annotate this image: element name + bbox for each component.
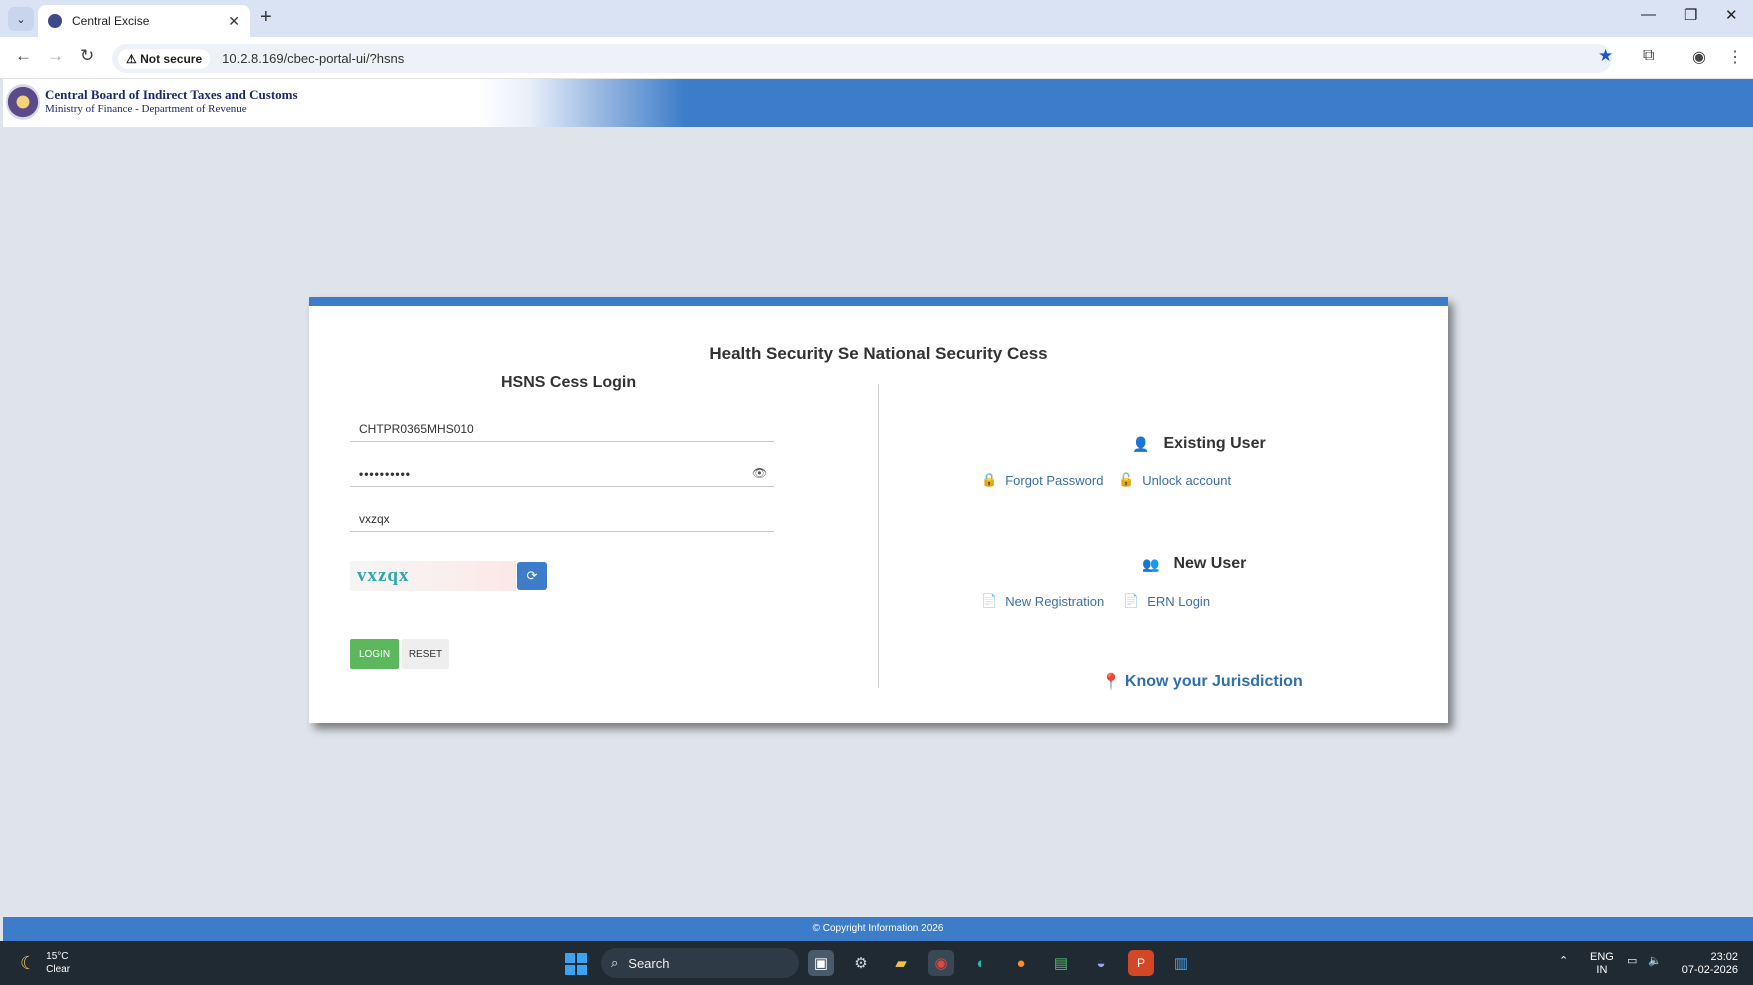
menu-dots-icon[interactable]: ⋮ bbox=[1727, 47, 1743, 67]
cbic-emblem-icon bbox=[6, 84, 40, 120]
ern-login-label: ERN Login bbox=[1147, 593, 1211, 609]
weather-desc: Clear bbox=[46, 964, 71, 975]
login-button[interactable]: LOGIN bbox=[350, 639, 399, 669]
task-view-icon[interactable]: ▣ bbox=[808, 950, 834, 976]
password-input[interactable] bbox=[350, 461, 774, 487]
column-divider bbox=[878, 384, 879, 688]
forgot-password-link[interactable]: 🔒 Forgot Password bbox=[981, 472, 1103, 488]
ern-login-link[interactable]: 📄 ERN Login bbox=[1123, 593, 1210, 609]
profile-icon[interactable]: ◉ bbox=[1692, 47, 1706, 67]
address-bar: ← → ↻ ⚠ Not secure 10.2.8.169/cbec-porta… bbox=[0, 37, 1753, 79]
know-jurisdiction-link[interactable]: 📍 Know your Jurisdiction bbox=[1101, 672, 1303, 692]
org-subtitle: Ministry of Finance - Department of Reve… bbox=[45, 103, 247, 115]
unlock-account-link[interactable]: 🔓 Unlock account bbox=[1118, 472, 1231, 488]
existing-user-heading: 👤 Existing User bbox=[1132, 435, 1266, 453]
reset-button[interactable]: RESET bbox=[402, 639, 449, 669]
new-tab-button[interactable]: + bbox=[260, 6, 272, 29]
new-registration-link[interactable]: 📄 New Registration bbox=[981, 593, 1104, 609]
security-badge[interactable]: ⚠ Not secure bbox=[118, 48, 211, 69]
browser-tab[interactable]: Central Excise ✕ bbox=[38, 5, 250, 37]
minimize-button[interactable]: — bbox=[1641, 6, 1656, 23]
file-explorer-icon[interactable]: ▰ bbox=[888, 950, 914, 976]
map-marker-icon: 📍 bbox=[1101, 674, 1121, 691]
edge-icon[interactable]: ◐ bbox=[968, 950, 994, 976]
search-icon: ⌕ bbox=[611, 955, 619, 970]
copyright-text: © Copyright Information 2026 bbox=[812, 923, 944, 934]
moon-icon: ☾ bbox=[20, 952, 37, 973]
new-user-heading: 👥 New User bbox=[1142, 555, 1246, 573]
firefox-icon[interactable]: ● bbox=[1008, 950, 1034, 976]
document-icon: 📄 bbox=[1123, 593, 1140, 608]
network-icon[interactable]: ▭ bbox=[1627, 955, 1637, 968]
show-password-eye-icon[interactable]: 👁 bbox=[752, 466, 767, 480]
refresh-captcha-button[interactable]: ⟳ bbox=[517, 562, 547, 590]
login-title: HSNS Cess Login bbox=[501, 374, 637, 391]
powerpoint-icon[interactable]: P bbox=[1128, 950, 1154, 976]
forgot-password-label: Forgot Password bbox=[1005, 472, 1104, 488]
unlock-icon: 🔓 bbox=[1118, 472, 1135, 487]
tab-title: Central Excise bbox=[72, 14, 150, 28]
extensions-icon[interactable]: ⧉ bbox=[1643, 47, 1654, 65]
chrome-icon[interactable]: ◉ bbox=[928, 950, 954, 976]
user-icon: 👤 bbox=[1132, 435, 1150, 452]
captcha-input[interactable] bbox=[350, 506, 774, 532]
restore-button[interactable]: ❐ bbox=[1684, 6, 1697, 24]
username-input[interactable] bbox=[350, 416, 774, 442]
app-icon[interactable]: ▤ bbox=[1048, 950, 1074, 976]
taskbar-search[interactable]: ⌕ Search bbox=[601, 948, 799, 978]
tab-close-icon[interactable]: ✕ bbox=[228, 13, 240, 30]
document-icon: 📄 bbox=[981, 593, 998, 608]
existing-user-label: Existing User bbox=[1163, 435, 1266, 452]
login-card: Health Security Se National Security Ces… bbox=[309, 297, 1448, 723]
org-name: Central Board of Indirect Taxes and Cust… bbox=[45, 87, 298, 102]
language-bottom: IN bbox=[1596, 964, 1608, 976]
tab-list-button[interactable]: ⌄ bbox=[8, 7, 34, 31]
refresh-icon: ⟳ bbox=[526, 568, 538, 583]
clock-time: 23:02 bbox=[1710, 951, 1738, 963]
reload-icon[interactable]: ↻ bbox=[80, 46, 94, 66]
lock-icon: 🔒 bbox=[981, 472, 998, 487]
know-jurisdiction-label: Know your Jurisdiction bbox=[1124, 673, 1303, 690]
notepad-icon[interactable]: ▥ bbox=[1168, 950, 1194, 976]
clock[interactable]: 23:02 07-02-2026 bbox=[1678, 951, 1738, 977]
url-text: 10.2.8.169/cbec-portal-ui/?hsns bbox=[222, 51, 405, 66]
captcha-image: vxzqx bbox=[350, 561, 516, 591]
bookmark-star-icon[interactable]: ★ bbox=[1598, 46, 1613, 66]
site-footer: © Copyright Information 2026 bbox=[3, 917, 1753, 941]
add-user-icon: 👥 bbox=[1142, 555, 1160, 572]
back-arrow-icon[interactable]: ← bbox=[15, 46, 32, 66]
weather-widget[interactable]: ☾ 15°C Clear bbox=[20, 950, 70, 976]
new-user-label: New User bbox=[1173, 555, 1247, 572]
app-icon-2[interactable]: ◒ bbox=[1088, 950, 1114, 976]
close-window-button[interactable]: ✕ bbox=[1725, 6, 1738, 24]
start-button[interactable] bbox=[565, 953, 587, 975]
card-title: Health Security Se National Security Ces… bbox=[709, 344, 1048, 363]
language-indicator[interactable]: ENG IN bbox=[1590, 951, 1614, 977]
new-registration-label: New Registration bbox=[1005, 593, 1105, 609]
search-label: Search bbox=[628, 955, 670, 971]
site-favicon-icon bbox=[48, 14, 62, 28]
site-header: Central Board of Indirect Taxes and Cust… bbox=[3, 79, 1753, 127]
omnibox[interactable]: ⚠ Not secure 10.2.8.169/cbec-portal-ui/?… bbox=[112, 44, 1612, 73]
security-label: Not secure bbox=[140, 51, 203, 66]
volume-icon[interactable]: 🔈 bbox=[1648, 955, 1662, 968]
settings-icon[interactable]: ⚙ bbox=[848, 950, 874, 976]
clock-date: 07-02-2026 bbox=[1681, 964, 1738, 976]
show-hidden-icons-icon[interactable]: ⌃ bbox=[1559, 955, 1568, 968]
windows-taskbar: ☾ 15°C Clear ⌕ Search ▣ ⚙ ▰ ◉ ◐ ● ▤ ◒ P … bbox=[0, 941, 1753, 985]
browser-tab-bar: ⌄ Central Excise ✕ + — ❐ ✕ bbox=[0, 0, 1753, 37]
weather-temp: 15°C bbox=[46, 951, 69, 962]
language-top: ENG bbox=[1590, 951, 1614, 963]
forward-arrow-icon[interactable]: → bbox=[47, 46, 64, 66]
unlock-account-label: Unlock account bbox=[1142, 472, 1232, 488]
